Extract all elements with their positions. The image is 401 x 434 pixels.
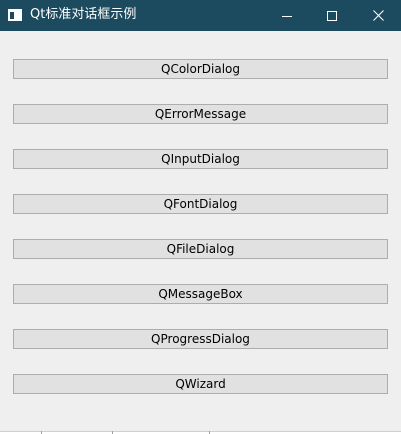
title-bar[interactable]: Qt标准对话框示例 [0,0,401,31]
close-button[interactable] [355,0,401,31]
qwizard-button[interactable]: QWizard [13,374,388,394]
app-icon [8,9,22,21]
qcolordialog-button[interactable]: QColorDialog [13,59,388,79]
qmessagebox-button[interactable]: QMessageBox [13,284,388,304]
qfontdialog-button[interactable]: QFontDialog [13,194,388,214]
qprogressdialog-button[interactable]: QProgressDialog [13,329,388,349]
minimize-icon [282,15,292,17]
qerrormessage-button[interactable]: QErrorMessage [13,104,388,124]
main-window: Qt标准对话框示例 QColorDialog QErrorMessage QIn… [0,0,401,434]
maximize-button[interactable] [309,0,355,31]
qinputdialog-button[interactable]: QInputDialog [13,149,388,169]
window-title: Qt标准对话框示例 [30,7,137,22]
close-icon [372,10,384,21]
maximize-icon [327,10,337,21]
qfiledialog-button[interactable]: QFileDialog [13,239,388,259]
minimize-button[interactable] [264,0,310,31]
